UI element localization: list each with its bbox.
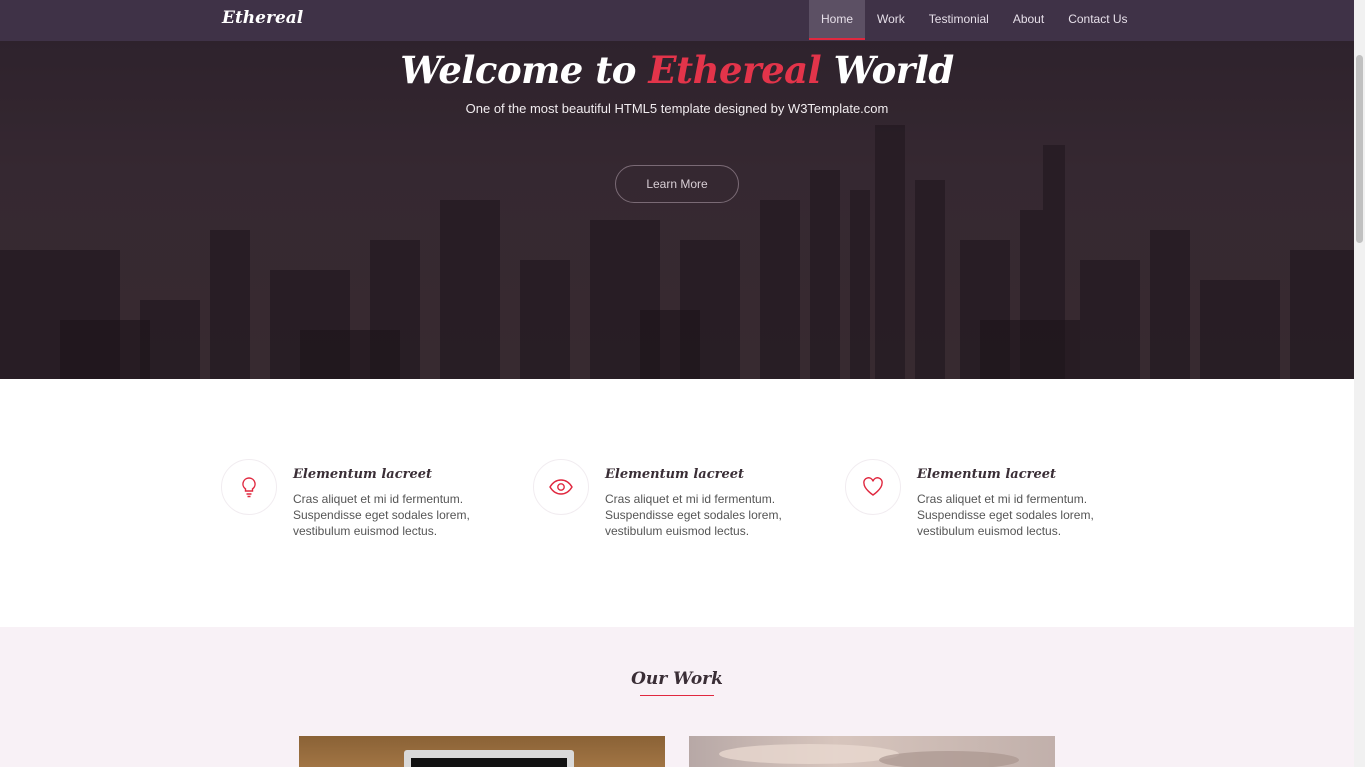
work-section-title: Our Work <box>631 669 723 689</box>
feature-text: Cras aliquet et mi id fermentum. Suspend… <box>293 492 470 538</box>
nav-link-about[interactable]: About <box>1001 0 1056 40</box>
vertical-scrollbar[interactable] <box>1354 0 1365 767</box>
nav-link-work[interactable]: Work <box>865 0 917 40</box>
work-thumbnail[interactable] <box>299 736 665 767</box>
hero-title-accent: Ethereal <box>648 48 822 92</box>
hero-section: Welcome to Ethereal World One of the mos… <box>0 0 1354 379</box>
landscape-photo <box>719 744 1019 767</box>
top-navbar: Ethereal Home Work Testimonial About Con… <box>0 0 1354 41</box>
feature-item: Elementum lacreet Cras aliquet et mi id … <box>533 459 833 549</box>
eye-icon <box>533 459 589 515</box>
work-section: Our Work <box>0 627 1354 767</box>
feature-text: Cras aliquet et mi id fermentum. Suspend… <box>605 492 782 538</box>
hero-subtitle: One of the most beautiful HTML5 template… <box>465 101 889 116</box>
nav-link-testimonial[interactable]: Testimonial <box>917 0 1001 40</box>
heart-icon <box>845 459 901 515</box>
features-section: Elementum lacreet Cras aliquet et mi id … <box>0 379 1354 627</box>
learn-more-button[interactable]: Learn More <box>615 165 739 203</box>
lightbulb-icon <box>221 459 277 515</box>
hero-title-pre: Welcome to <box>400 48 636 92</box>
nav-link-home[interactable]: Home <box>809 0 866 40</box>
brand-logo[interactable]: Ethereal <box>222 8 303 28</box>
title-underline <box>640 695 714 696</box>
feature-title: Elementum lacreet <box>293 467 433 482</box>
feature-item: Elementum lacreet Cras aliquet et mi id … <box>221 459 521 549</box>
work-thumbnail[interactable] <box>689 736 1055 767</box>
feature-text: Cras aliquet et mi id fermentum. Suspend… <box>917 492 1094 538</box>
feature-title: Elementum lacreet <box>917 467 1057 482</box>
laptop-photo <box>404 750 574 767</box>
nav-menu: Home Work Testimonial About Contact Us <box>809 0 1140 41</box>
nav-link-contact[interactable]: Contact Us <box>1056 0 1139 40</box>
hero-title-post: World <box>833 48 955 92</box>
feature-title: Elementum lacreet <box>605 467 745 482</box>
scrollbar-thumb[interactable] <box>1356 55 1363 243</box>
feature-item: Elementum lacreet Cras aliquet et mi id … <box>845 459 1145 549</box>
hero-title: Welcome to Ethereal World <box>0 48 1354 92</box>
